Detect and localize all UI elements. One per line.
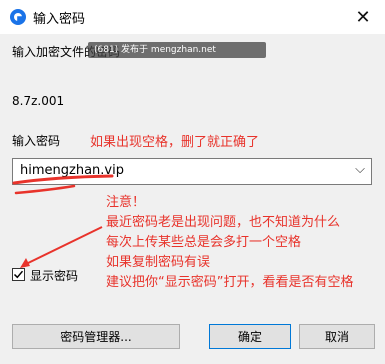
warning-note: 注意！ 最近密码老是出现问题，也不知道为什么 每次上传某些总是会多打一个空格 如… [106,193,353,293]
underline-mark [14,184,76,195]
cancel-button[interactable]: 取消 [299,324,375,349]
password-value: himengzhan.vip [20,163,124,178]
warning-line: 每次上传某些总是会多打一个空格 [106,235,302,250]
window-title: 输入密码 [33,12,86,27]
archive-name: 8.7z.001 [12,94,65,108]
app-icon [10,9,26,25]
ok-button[interactable]: 确定 [209,324,291,349]
show-password-label[interactable]: 显示密码 [30,267,78,284]
warning-line: 注意！ [106,195,146,210]
arrow-line [23,226,103,266]
password-input[interactable]: himengzhan.vip ⌵ [12,158,372,185]
warning-line: 如果复制密码有误 [106,255,211,270]
arrow-head [20,258,30,268]
warning-line: 建议把你“显示密码”打开，看看是否有空格 [106,275,354,290]
chevron-down-icon[interactable]: ⌵ [355,162,365,177]
check-icon [13,270,24,279]
password-manager-button[interactable]: 密码管理器... [12,324,180,349]
space-note: 如果出现空格，删了就正确了 [90,135,260,150]
watermark: (681) 发布于 mengzhan.net [88,42,266,58]
password-label: 输入密码 [12,134,61,148]
close-icon[interactable]: ✕ [341,0,385,34]
warning-line: 最近密码老是出现问题，也不知道为什么 [106,215,341,230]
title-bar: 输入密码 ✕ [0,0,385,34]
show-password-checkbox[interactable] [12,268,25,281]
